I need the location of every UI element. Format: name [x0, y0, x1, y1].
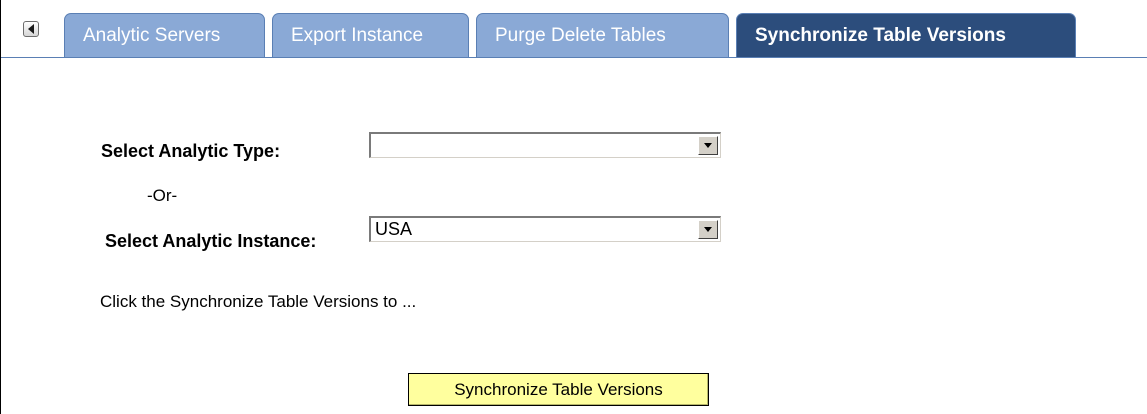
tab-label: Export Instance [291, 25, 424, 46]
tab-label: Analytic Servers [83, 25, 221, 46]
scroll-left-icon[interactable] [23, 21, 39, 37]
tab-baseline [1, 57, 1147, 58]
chevron-down-icon[interactable] [698, 220, 718, 239]
tab-label: Purge Delete Tables [495, 25, 666, 46]
page-frame: Analytic Servers Export Instance Purge D… [0, 0, 1147, 414]
tab-purge-delete-tables[interactable]: Purge Delete Tables [476, 13, 729, 57]
analytic-instance-value: USA [375, 219, 413, 239]
analytic-instance-select[interactable]: USA [369, 216, 721, 242]
tab-export-instance[interactable]: Export Instance [272, 13, 469, 57]
synchronize-table-versions-button[interactable]: Synchronize Table Versions [408, 373, 709, 406]
left-arrow-glyph [27, 24, 34, 34]
tab-label: Synchronize Table Versions [755, 25, 1006, 46]
analytic-instance-label: Select Analytic Instance: [105, 231, 317, 251]
or-separator: -Or- [147, 186, 178, 205]
tab-analytic-servers[interactable]: Analytic Servers [64, 13, 265, 57]
analytic-type-label: Select Analytic Type: [101, 141, 281, 161]
tab-synchronize-table-versions[interactable]: Synchronize Table Versions [736, 13, 1076, 58]
instruction-text: Click the Synchronize Table Versions to … [100, 292, 417, 311]
chevron-down-icon[interactable] [698, 136, 718, 155]
analytic-type-select[interactable] [369, 132, 721, 158]
tab-strip: Analytic Servers Export Instance Purge D… [1, 13, 1147, 58]
